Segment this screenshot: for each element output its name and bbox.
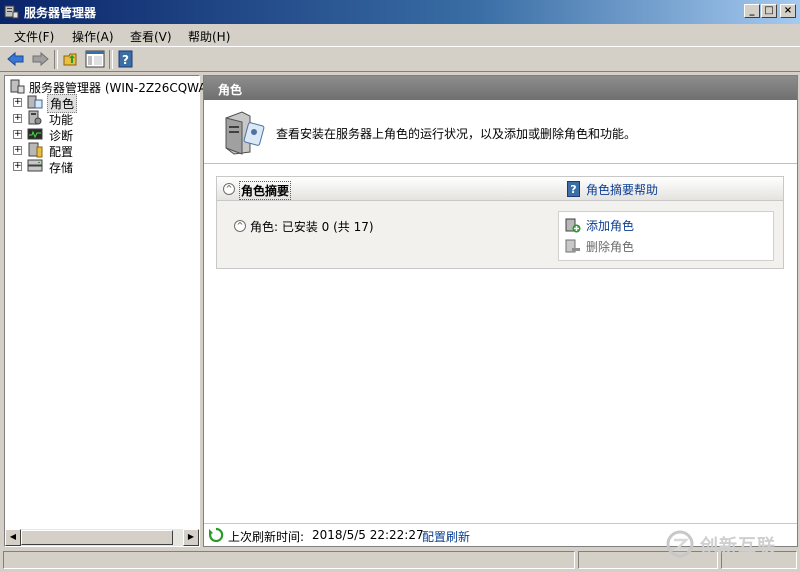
- roles-installed-status: 角色: 已安装 0 (共 17): [250, 220, 374, 234]
- add-roles-icon: [565, 218, 581, 233]
- toolbar-separator: [54, 50, 58, 69]
- scroll-right-icon[interactable]: ▶: [183, 529, 199, 546]
- server-manager-icon: [10, 79, 25, 94]
- help-icon: ?: [567, 181, 580, 197]
- tree-item-label: 存储: [49, 161, 74, 175]
- watermark-logo-icon: [666, 530, 694, 558]
- collapse-icon[interactable]: ^: [234, 220, 246, 232]
- tree-item-storage[interactable]: + 存储: [11, 158, 191, 175]
- diagnostics-icon: [27, 128, 43, 140]
- expand-icon[interactable]: +: [13, 114, 22, 123]
- menu-bar: 文件(F) 操作(A) 查看(V) 帮助(H): [0, 24, 800, 46]
- roles-intro: 查看安装在服务器上角色的运行状况，以及添加或删除角色和功能。: [204, 100, 797, 164]
- roles-summary-header: ^ 角色摘要 ? 角色摘要帮助: [217, 177, 783, 201]
- roles-actions-box: 添加角色 删除角色: [558, 211, 774, 261]
- tree-item-diagnostics[interactable]: + 诊断: [11, 126, 191, 143]
- forward-arrow-icon[interactable]: [30, 50, 50, 68]
- storage-icon: [27, 159, 43, 172]
- collapse-icon[interactable]: ^: [223, 183, 235, 195]
- show-hide-console-tree-icon[interactable]: [85, 50, 105, 68]
- expand-icon[interactable]: +: [13, 98, 22, 107]
- up-folder-icon[interactable]: [62, 50, 82, 68]
- expand-icon[interactable]: +: [13, 162, 22, 171]
- svg-text:?: ?: [122, 53, 129, 67]
- roles-summary-help-link[interactable]: 角色摘要帮助: [586, 181, 658, 198]
- last-refresh-label: 上次刷新时间:: [228, 530, 305, 544]
- scrollbar-thumb[interactable]: [21, 530, 173, 545]
- status-panel: [3, 551, 575, 569]
- add-roles-link[interactable]: 添加角色: [586, 217, 634, 234]
- refresh-icon[interactable]: [208, 527, 224, 543]
- menu-action[interactable]: 操作(A): [72, 28, 114, 45]
- content-header: 角色: [204, 76, 797, 100]
- features-icon: [28, 110, 42, 125]
- console-tree: 服务器管理器 (WIN-2Z26CQWA1B + 角色 + 功能 + 诊断 +: [4, 75, 222, 547]
- toolbar-separator: [109, 50, 113, 69]
- server-manager-app-icon: [4, 5, 19, 19]
- roles-intro-text: 查看安装在服务器上角色的运行状况，以及添加或删除角色和功能。: [276, 127, 637, 141]
- maximize-button[interactable]: □: [761, 4, 777, 18]
- watermark-logo: 创新互联: [666, 528, 796, 560]
- tree-item-roles[interactable]: + 角色: [11, 94, 191, 113]
- last-refresh-time: 2018/5/5 22:22:27: [312, 528, 424, 542]
- toolbar: ?: [0, 46, 800, 72]
- remove-roles-icon: [565, 239, 580, 253]
- tree-item-configuration[interactable]: + 配置: [11, 142, 191, 159]
- window-title: 服务器管理器: [24, 6, 97, 20]
- title-bar[interactable]: 服务器管理器 _ □ ×: [0, 0, 800, 24]
- back-arrow-icon[interactable]: [6, 50, 26, 68]
- remove-roles-link[interactable]: 删除角色: [586, 238, 634, 255]
- configure-refresh-link[interactable]: 配置刷新: [422, 528, 470, 545]
- roles-summary-section: ^ 角色摘要 ? 角色摘要帮助 ^ 角色: 已安装 0 (共 17) 添加角色 …: [216, 176, 784, 269]
- help-icon[interactable]: ?: [116, 50, 136, 68]
- close-button[interactable]: ×: [780, 4, 796, 18]
- server-roles-icon: [225, 111, 265, 155]
- configuration-icon: [28, 142, 43, 158]
- tree-horizontal-scrollbar[interactable]: ◀ ▶: [5, 529, 199, 546]
- menu-file[interactable]: 文件(F): [14, 28, 54, 45]
- content-header-title: 角色: [218, 83, 243, 97]
- tree-item-features[interactable]: + 功能: [11, 110, 191, 127]
- svg-text:?: ?: [570, 183, 576, 196]
- expand-icon[interactable]: +: [13, 146, 22, 155]
- scroll-left-icon[interactable]: ◀: [5, 529, 21, 546]
- roles-summary-title[interactable]: 角色摘要: [239, 181, 292, 200]
- content-pane: 角色 查看安装在服务器上角色的运行状况，以及添加或删除角色和功能。 ^ 角色摘要…: [203, 75, 798, 547]
- expand-icon[interactable]: +: [13, 130, 22, 139]
- watermark-text: 创新互联: [700, 536, 776, 557]
- roles-icon: [27, 95, 43, 109]
- menu-help[interactable]: 帮助(H): [188, 28, 230, 45]
- menu-view[interactable]: 查看(V): [130, 28, 172, 45]
- minimize-button[interactable]: _: [744, 4, 760, 18]
